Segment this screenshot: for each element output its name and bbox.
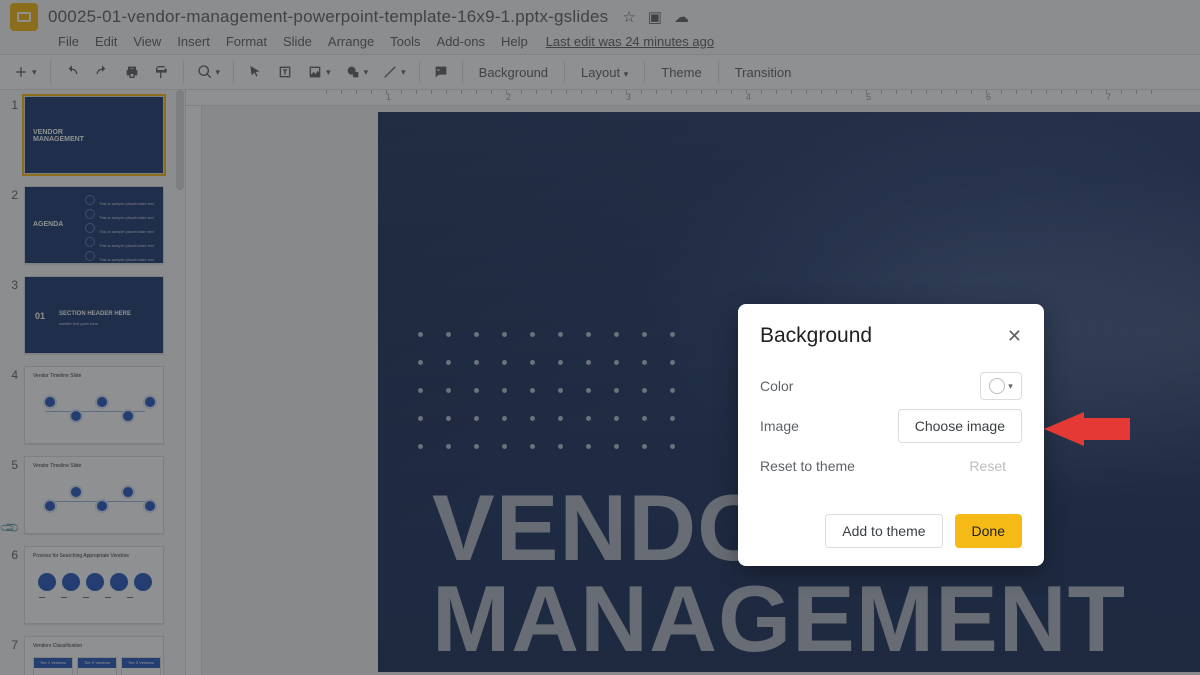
color-swatch-icon [989,378,1005,394]
color-picker-button[interactable]: ▾ [980,372,1022,400]
reset-button: Reset [953,449,1022,483]
dialog-title: Background [760,324,872,348]
close-icon[interactable]: ✕ [1007,327,1022,345]
choose-image-button[interactable]: Choose image [898,409,1022,443]
chevron-down-icon: ▾ [1008,381,1013,392]
done-button[interactable]: Done [955,514,1022,548]
color-label: Color [760,378,793,394]
background-dialog: Background ✕ Color ▾ Image Choose image … [738,304,1044,566]
add-to-theme-button[interactable]: Add to theme [825,514,942,548]
reset-label: Reset to theme [760,458,855,474]
image-label: Image [760,418,799,434]
callout-arrow-annotation [1044,412,1130,446]
